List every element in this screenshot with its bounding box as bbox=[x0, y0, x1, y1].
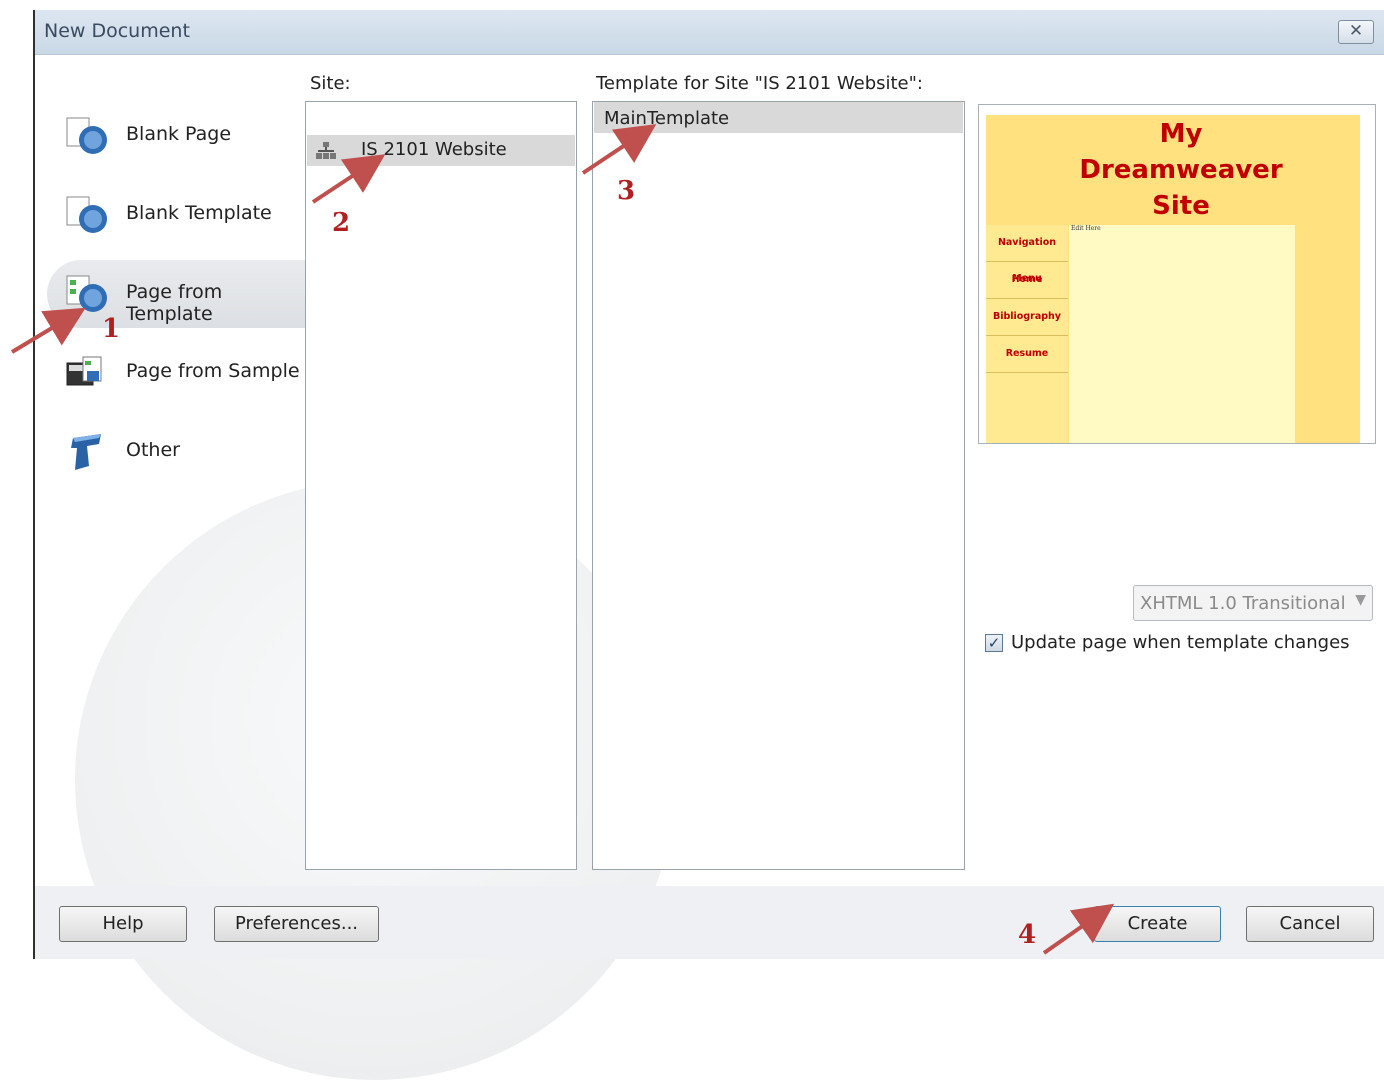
preview-title-line: Dreamweaver bbox=[1079, 155, 1283, 185]
doctype-value: XHTML 1.0 Transitional bbox=[1140, 593, 1346, 614]
dialog-title: New Document bbox=[44, 20, 190, 42]
checkmark-icon: ✓ bbox=[987, 634, 1001, 652]
category-other[interactable]: Other bbox=[47, 418, 305, 486]
cancel-button[interactable]: Cancel bbox=[1246, 906, 1374, 942]
preview-page: My Dreamweaver Site Navigation Menu Home… bbox=[986, 115, 1360, 443]
create-button[interactable]: Create bbox=[1094, 906, 1221, 942]
preview-nav-item: Resume bbox=[986, 336, 1068, 373]
site-header: Site: bbox=[310, 73, 351, 94]
new-document-dialog: New Document ✕ Blank Page Blank Template… bbox=[33, 10, 1384, 1080]
category-label: Other bbox=[126, 439, 180, 461]
preview-nav-item: Bibliography bbox=[986, 299, 1068, 336]
site-item-label: IS 2101 Website bbox=[361, 139, 507, 160]
preview-edit-text: Edit Here bbox=[1071, 225, 1101, 232]
preview-nav: Navigation Menu Home Bibliography Resume bbox=[986, 225, 1068, 443]
site-tree-icon bbox=[316, 142, 336, 159]
update-page-label: Update page when template changes bbox=[1011, 632, 1350, 653]
step-number-1: 1 bbox=[102, 314, 121, 344]
preferences-button[interactable]: Preferences... bbox=[214, 906, 379, 942]
template-item-label: MainTemplate bbox=[604, 108, 730, 129]
template-list[interactable]: MainTemplate bbox=[592, 101, 965, 870]
category-blank-template[interactable]: Blank Template bbox=[47, 181, 305, 249]
blank-page-icon bbox=[66, 117, 107, 154]
preview-nav-item: Home bbox=[986, 262, 1068, 299]
step-number-4: 4 bbox=[1018, 920, 1037, 950]
close-icon: ✕ bbox=[1348, 21, 1364, 41]
category-page-from-template[interactable]: Page from Template bbox=[47, 260, 305, 328]
preview-title-line: My bbox=[1159, 119, 1203, 149]
category-label: Page from Template bbox=[126, 281, 223, 325]
step-number-3: 3 bbox=[617, 176, 636, 206]
blank-template-icon bbox=[66, 196, 107, 233]
category-label: Blank Template bbox=[126, 202, 272, 224]
template-preview: My Dreamweaver Site Navigation Menu Home… bbox=[978, 104, 1376, 444]
category-page-from-sample[interactable]: Page from Sample bbox=[47, 339, 305, 407]
preview-content: Edit Here bbox=[1069, 225, 1295, 443]
help-button[interactable]: Help bbox=[59, 906, 187, 942]
update-page-checkbox[interactable]: ✓ bbox=[985, 634, 1003, 652]
preview-nav-item: Navigation Menu bbox=[986, 225, 1068, 284]
template-header: Template for Site "IS 2101 Website": bbox=[596, 73, 923, 94]
category-label: Page from Sample bbox=[126, 360, 300, 382]
doctype-select[interactable]: XHTML 1.0 Transitional ▼ bbox=[1133, 585, 1373, 621]
category-label: Blank Page bbox=[126, 123, 232, 145]
step-number-2: 2 bbox=[332, 208, 351, 238]
chevron-down-icon: ▼ bbox=[1355, 592, 1366, 608]
title-bar: New Document ✕ bbox=[35, 10, 1384, 55]
other-icon bbox=[71, 434, 101, 470]
preview-title-line: Site bbox=[1152, 191, 1210, 221]
page-from-template-icon bbox=[66, 275, 107, 312]
page-from-sample-icon bbox=[66, 356, 102, 386]
close-button[interactable]: ✕ bbox=[1338, 20, 1374, 44]
category-blank-page[interactable]: Blank Page bbox=[47, 102, 305, 170]
